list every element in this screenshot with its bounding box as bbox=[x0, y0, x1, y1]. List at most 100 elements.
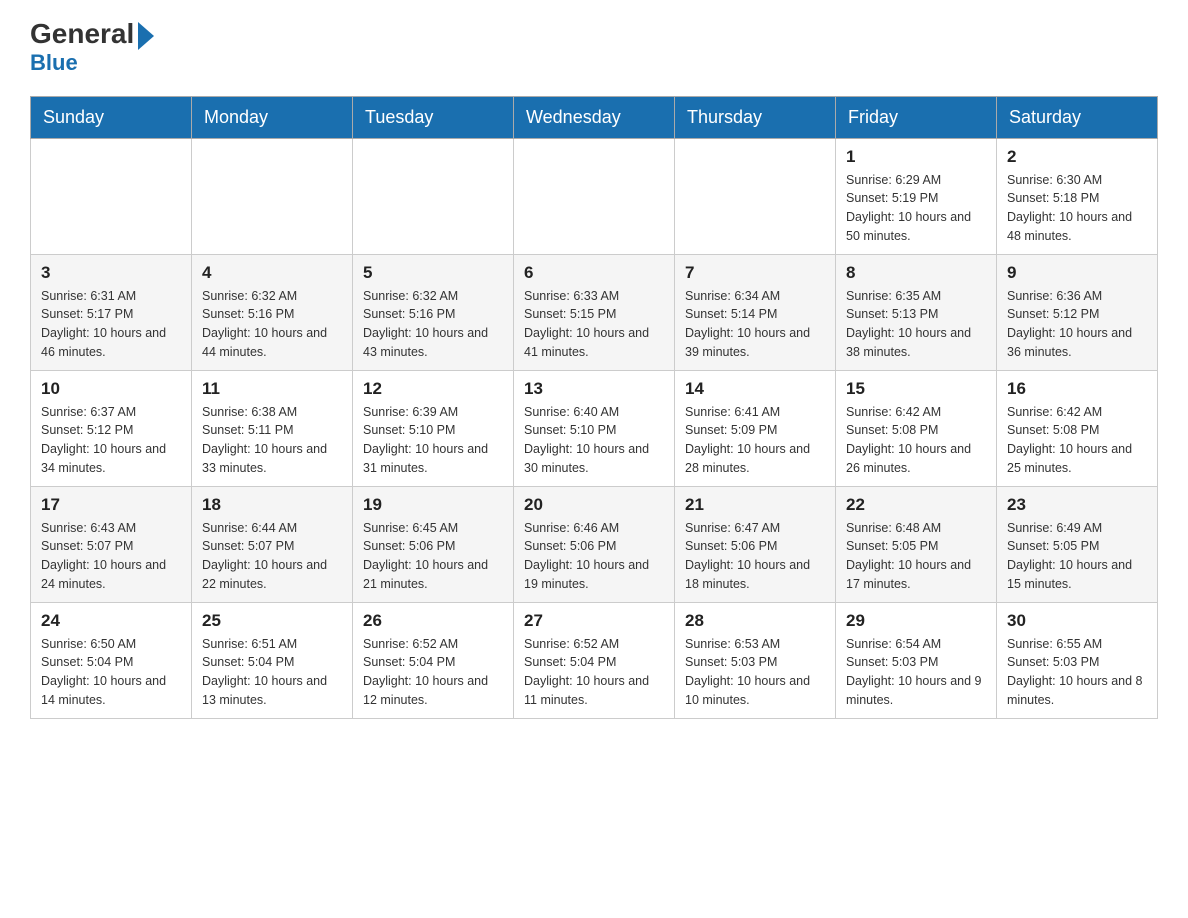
logo-text: General bbox=[30, 20, 154, 50]
day-info: Sunrise: 6:47 AM Sunset: 5:06 PM Dayligh… bbox=[685, 519, 825, 594]
calendar-cell: 24 Sunrise: 6:50 AM Sunset: 5:04 PM Dayli… bbox=[31, 602, 192, 718]
calendar-cell: 27 Sunrise: 6:52 AM Sunset: 5:04 PM Dayli… bbox=[514, 602, 675, 718]
logo: General Blue bbox=[30, 20, 154, 76]
day-info: Sunrise: 6:46 AM Sunset: 5:06 PM Dayligh… bbox=[524, 519, 664, 594]
calendar-week-row: 1Sunrise: 6:29 AM Sunset: 5:19 PM Daylig… bbox=[31, 138, 1158, 254]
day-number: 12 bbox=[363, 379, 503, 399]
day-number: 17 bbox=[41, 495, 181, 515]
day-number: 26 bbox=[363, 611, 503, 631]
day-number: 19 bbox=[363, 495, 503, 515]
day-number: 20 bbox=[524, 495, 664, 515]
day-info: Sunrise: 6:40 AM Sunset: 5:10 PM Dayligh… bbox=[524, 403, 664, 478]
day-info: Sunrise: 6:32 AM Sunset: 5:16 PM Dayligh… bbox=[363, 287, 503, 362]
calendar-cell: 16 Sunrise: 6:42 AM Sunset: 5:08 PM Dayli… bbox=[997, 370, 1158, 486]
day-info: Sunrise: 6:48 AM Sunset: 5:05 PM Dayligh… bbox=[846, 519, 986, 594]
calendar-cell: 17 Sunrise: 6:43 AM Sunset: 5:07 PM Dayli… bbox=[31, 486, 192, 602]
calendar-cell bbox=[31, 138, 192, 254]
day-info: Sunrise: 6:41 AM Sunset: 5:09 PM Dayligh… bbox=[685, 403, 825, 478]
column-header-saturday: Saturday bbox=[997, 96, 1158, 138]
day-info: Sunrise: 6:42 AM Sunset: 5:08 PM Dayligh… bbox=[846, 403, 986, 478]
day-info: Sunrise: 6:35 AM Sunset: 5:13 PM Dayligh… bbox=[846, 287, 986, 362]
calendar-cell: 18Sunrise: 6:44 AM Sunset: 5:07 PM Dayli… bbox=[192, 486, 353, 602]
day-info: Sunrise: 6:31 AM Sunset: 5:17 PM Dayligh… bbox=[41, 287, 181, 362]
day-number: 3 bbox=[41, 263, 181, 283]
logo-triangle-icon bbox=[138, 22, 154, 50]
calendar-cell bbox=[514, 138, 675, 254]
day-number: 23 bbox=[1007, 495, 1147, 515]
day-info: Sunrise: 6:36 AM Sunset: 5:12 PM Dayligh… bbox=[1007, 287, 1147, 362]
day-number: 15 bbox=[846, 379, 986, 399]
calendar-cell: 5 Sunrise: 6:32 AM Sunset: 5:16 PM Daylig… bbox=[353, 254, 514, 370]
calendar-week-row: 24 Sunrise: 6:50 AM Sunset: 5:04 PM Dayli… bbox=[31, 602, 1158, 718]
calendar-cell: 20 Sunrise: 6:46 AM Sunset: 5:06 PM Dayli… bbox=[514, 486, 675, 602]
calendar-cell: 1Sunrise: 6:29 AM Sunset: 5:19 PM Daylig… bbox=[836, 138, 997, 254]
day-info: Sunrise: 6:43 AM Sunset: 5:07 PM Dayligh… bbox=[41, 519, 181, 594]
calendar-cell: 15 Sunrise: 6:42 AM Sunset: 5:08 PM Dayli… bbox=[836, 370, 997, 486]
day-number: 1 bbox=[846, 147, 986, 167]
day-number: 14 bbox=[685, 379, 825, 399]
day-info: Sunrise: 6:50 AM Sunset: 5:04 PM Dayligh… bbox=[41, 635, 181, 710]
day-info: Sunrise: 6:34 AM Sunset: 5:14 PM Dayligh… bbox=[685, 287, 825, 362]
calendar-cell: 14 Sunrise: 6:41 AM Sunset: 5:09 PM Dayli… bbox=[675, 370, 836, 486]
day-info: Sunrise: 6:52 AM Sunset: 5:04 PM Dayligh… bbox=[524, 635, 664, 710]
calendar-cell: 25 Sunrise: 6:51 AM Sunset: 5:04 PM Dayli… bbox=[192, 602, 353, 718]
day-number: 8 bbox=[846, 263, 986, 283]
column-header-monday: Monday bbox=[192, 96, 353, 138]
column-header-wednesday: Wednesday bbox=[514, 96, 675, 138]
logo-blue-text: Blue bbox=[30, 50, 78, 76]
calendar-cell: 10Sunrise: 6:37 AM Sunset: 5:12 PM Dayli… bbox=[31, 370, 192, 486]
day-number: 16 bbox=[1007, 379, 1147, 399]
day-info: Sunrise: 6:49 AM Sunset: 5:05 PM Dayligh… bbox=[1007, 519, 1147, 594]
calendar-cell: 23 Sunrise: 6:49 AM Sunset: 5:05 PM Dayli… bbox=[997, 486, 1158, 602]
calendar-cell: 9 Sunrise: 6:36 AM Sunset: 5:12 PM Daylig… bbox=[997, 254, 1158, 370]
day-info: Sunrise: 6:51 AM Sunset: 5:04 PM Dayligh… bbox=[202, 635, 342, 710]
calendar-week-row: 3 Sunrise: 6:31 AM Sunset: 5:17 PM Daylig… bbox=[31, 254, 1158, 370]
day-number: 13 bbox=[524, 379, 664, 399]
day-number: 6 bbox=[524, 263, 664, 283]
day-number: 2 bbox=[1007, 147, 1147, 167]
calendar-cell: 13 Sunrise: 6:40 AM Sunset: 5:10 PM Dayli… bbox=[514, 370, 675, 486]
calendar-cell: 29Sunrise: 6:54 AM Sunset: 5:03 PM Dayli… bbox=[836, 602, 997, 718]
calendar-cell: 26Sunrise: 6:52 AM Sunset: 5:04 PM Dayli… bbox=[353, 602, 514, 718]
day-info: Sunrise: 6:39 AM Sunset: 5:10 PM Dayligh… bbox=[363, 403, 503, 478]
day-number: 9 bbox=[1007, 263, 1147, 283]
day-number: 30 bbox=[1007, 611, 1147, 631]
day-number: 21 bbox=[685, 495, 825, 515]
calendar-cell: 12 Sunrise: 6:39 AM Sunset: 5:10 PM Dayli… bbox=[353, 370, 514, 486]
day-info: Sunrise: 6:33 AM Sunset: 5:15 PM Dayligh… bbox=[524, 287, 664, 362]
day-number: 22 bbox=[846, 495, 986, 515]
day-info: Sunrise: 6:32 AM Sunset: 5:16 PM Dayligh… bbox=[202, 287, 342, 362]
day-number: 7 bbox=[685, 263, 825, 283]
calendar-cell: 21 Sunrise: 6:47 AM Sunset: 5:06 PM Dayli… bbox=[675, 486, 836, 602]
day-info: Sunrise: 6:44 AM Sunset: 5:07 PM Dayligh… bbox=[202, 519, 342, 594]
calendar-table: SundayMondayTuesdayWednesdayThursdayFrid… bbox=[30, 96, 1158, 719]
calendar-cell: 4Sunrise: 6:32 AM Sunset: 5:16 PM Daylig… bbox=[192, 254, 353, 370]
day-number: 5 bbox=[363, 263, 503, 283]
day-info: Sunrise: 6:38 AM Sunset: 5:11 PM Dayligh… bbox=[202, 403, 342, 478]
day-number: 27 bbox=[524, 611, 664, 631]
day-number: 10 bbox=[41, 379, 181, 399]
column-header-tuesday: Tuesday bbox=[353, 96, 514, 138]
day-number: 25 bbox=[202, 611, 342, 631]
column-header-sunday: Sunday bbox=[31, 96, 192, 138]
day-number: 29 bbox=[846, 611, 986, 631]
calendar-cell: 2 Sunrise: 6:30 AM Sunset: 5:18 PM Daylig… bbox=[997, 138, 1158, 254]
day-info: Sunrise: 6:42 AM Sunset: 5:08 PM Dayligh… bbox=[1007, 403, 1147, 478]
calendar-cell: 19Sunrise: 6:45 AM Sunset: 5:06 PM Dayli… bbox=[353, 486, 514, 602]
column-header-friday: Friday bbox=[836, 96, 997, 138]
calendar-week-row: 10Sunrise: 6:37 AM Sunset: 5:12 PM Dayli… bbox=[31, 370, 1158, 486]
calendar-cell: 11 Sunrise: 6:38 AM Sunset: 5:11 PM Dayli… bbox=[192, 370, 353, 486]
calendar-cell: 3 Sunrise: 6:31 AM Sunset: 5:17 PM Daylig… bbox=[31, 254, 192, 370]
day-info: Sunrise: 6:53 AM Sunset: 5:03 PM Dayligh… bbox=[685, 635, 825, 710]
day-number: 24 bbox=[41, 611, 181, 631]
column-header-thursday: Thursday bbox=[675, 96, 836, 138]
calendar-cell: 8 Sunrise: 6:35 AM Sunset: 5:13 PM Daylig… bbox=[836, 254, 997, 370]
calendar-header-row: SundayMondayTuesdayWednesdayThursdayFrid… bbox=[31, 96, 1158, 138]
day-number: 11 bbox=[202, 379, 342, 399]
calendar-cell: 30Sunrise: 6:55 AM Sunset: 5:03 PM Dayli… bbox=[997, 602, 1158, 718]
page-header: General Blue bbox=[30, 20, 1158, 76]
day-info: Sunrise: 6:30 AM Sunset: 5:18 PM Dayligh… bbox=[1007, 171, 1147, 246]
calendar-week-row: 17 Sunrise: 6:43 AM Sunset: 5:07 PM Dayli… bbox=[31, 486, 1158, 602]
calendar-cell: 22 Sunrise: 6:48 AM Sunset: 5:05 PM Dayli… bbox=[836, 486, 997, 602]
calendar-cell bbox=[192, 138, 353, 254]
